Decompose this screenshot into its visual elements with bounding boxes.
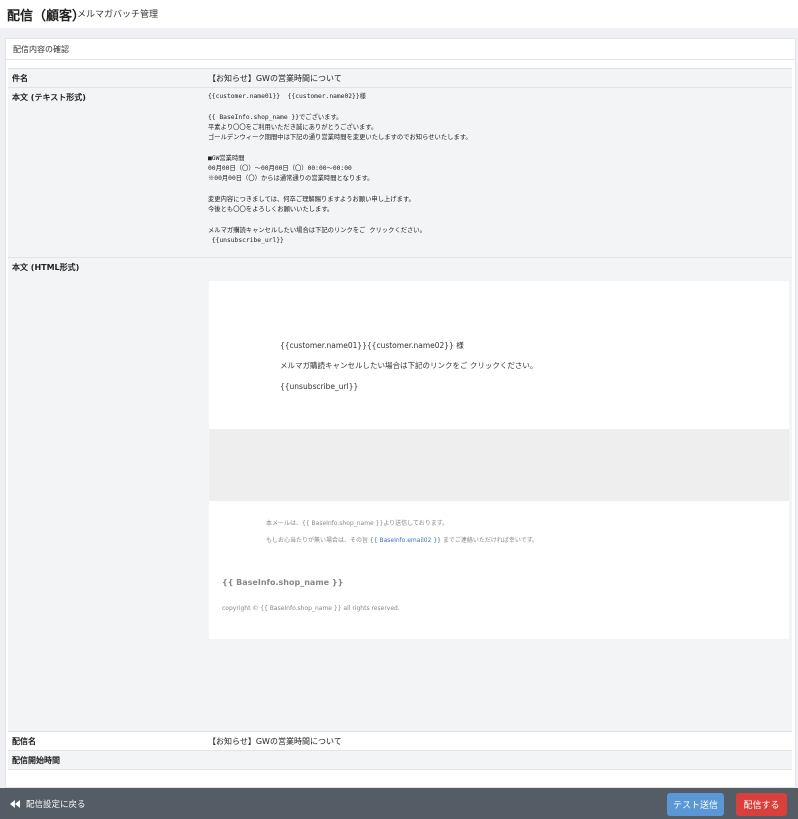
delivery-name-row: 配信名 【お知らせ】GWの営業時間について bbox=[8, 731, 792, 750]
preview-footer-shop-name: {{ BaseInfo.shop_name }} bbox=[222, 578, 344, 587]
html-body-label: 本文 (HTML形式) bbox=[12, 263, 80, 272]
page-title: 配信（顧客） bbox=[7, 9, 86, 24]
preview-footer-section: 本メールは、{{ BaseInfo.shop_name }}より送信しております… bbox=[209, 501, 789, 639]
preview-cancel-text: メルマガ購読キャンセルしたい場合は下記のリンクをご クリックください。 bbox=[280, 361, 538, 370]
text-body-line bbox=[208, 143, 472, 153]
text-body-content: {{customer.name01}} {{customer.name02}}様… bbox=[208, 92, 472, 246]
delivery-name-value: 【お知らせ】GWの営業時間について bbox=[208, 737, 342, 746]
send-button[interactable]: 配信する bbox=[736, 793, 787, 816]
preview-unsubscribe-link[interactable]: {{unsubscribe_url}} bbox=[280, 382, 358, 391]
text-body-line bbox=[208, 185, 472, 195]
confirmation-card: 配信内容の確認 件名 【お知らせ】GWの営業時間について 本文 (テキスト形式)… bbox=[5, 38, 796, 788]
text-body-line bbox=[208, 216, 472, 226]
text-body-line: 今後とも〇〇をよろしくお願いいたします。 bbox=[208, 206, 334, 214]
html-email-preview: {{customer.name01}}{{customer.name02}} 様… bbox=[209, 281, 789, 639]
text-body-line: 平素より〇〇をご利用いただき誠にありがとうございます。 bbox=[208, 123, 378, 131]
preview-footer-sender: 本メールは、{{ BaseInfo.shop_name }}より送信しております… bbox=[266, 520, 449, 527]
text-body-row: 本文 (テキスト形式) {{customer.name01}} {{custom… bbox=[8, 87, 792, 257]
double-chevron-left-icon bbox=[10, 800, 20, 808]
footer-contact-after: までご連絡いただければ幸いです。 bbox=[440, 537, 539, 544]
subject-label: 件名 bbox=[12, 74, 28, 83]
delivery-name-label: 配信名 bbox=[12, 737, 36, 746]
text-body-line: ゴールデンウィーク期間中は下記の通り営業時間を変更いたしますのでお知らせいたしま… bbox=[208, 134, 472, 142]
preview-greeting: {{customer.name01}}{{customer.name02}} 様 bbox=[280, 341, 464, 350]
subject-value: 【お知らせ】GWの営業時間について bbox=[208, 74, 342, 83]
text-body-line: {{ BaseInfo.shop_name }}でございます。 bbox=[208, 113, 343, 121]
text-body-line bbox=[208, 102, 472, 112]
back-to-settings-link[interactable]: 配信設定に戻る bbox=[10, 798, 86, 810]
preview-footer-copyright: copyright © {{ BaseInfo.shop_name }} all… bbox=[222, 605, 400, 612]
text-body-line: {{unsubscribe_url}} bbox=[208, 237, 284, 245]
card-title: 配信内容の確認 bbox=[13, 45, 69, 54]
text-body-line: メルマガ購読キャンセルしたい場合は下記のリンクをご クリックください。 bbox=[208, 226, 426, 234]
footer-email-link[interactable]: {{ BaseInfo.email02 }} bbox=[370, 537, 441, 544]
preview-main-section: {{customer.name01}}{{customer.name02}} 様… bbox=[209, 281, 789, 429]
html-body-row: 本文 (HTML形式) {{customer.name01}}{{custome… bbox=[8, 257, 792, 731]
test-send-button[interactable]: テスト送信 bbox=[667, 793, 724, 816]
subject-row: 件名 【お知らせ】GWの営業時間について bbox=[8, 68, 792, 87]
delivery-start-row: 配信開始時間 bbox=[8, 750, 792, 770]
card-header: 配信内容の確認 bbox=[6, 39, 795, 60]
bottom-action-bar: 配信設定に戻る テスト送信 配信する bbox=[0, 788, 798, 819]
back-label: 配信設定に戻る bbox=[26, 800, 86, 810]
text-body-line: 変更内容につきましては、何卒ご理解賜りますようお願い申し上げます。 bbox=[208, 195, 415, 203]
preview-footer-contact: もしお心当たりが無い場合は、その旨 {{ BaseInfo.email02 }}… bbox=[266, 535, 538, 544]
text-body-line: {{customer.name01}} {{customer.name02}}様 bbox=[208, 93, 366, 100]
delivery-start-label: 配信開始時間 bbox=[12, 756, 60, 765]
footer-contact-before: もしお心当たりが無い場合は、その旨 bbox=[266, 537, 370, 544]
text-body-line: ■GW営業時間 bbox=[208, 154, 245, 162]
text-body-label: 本文 (テキスト形式) bbox=[12, 93, 86, 102]
top-header: 配信（顧客） メルマガバッチ管理 bbox=[0, 0, 798, 28]
text-body-line: 00月00日（〇）～00月00日（〇）00:00～00:00 bbox=[208, 165, 352, 173]
page-subtitle: メルマガバッチ管理 bbox=[77, 10, 159, 20]
text-body-line: ※00月00日（〇）からは通常通りの営業時間となります。 bbox=[208, 175, 374, 183]
